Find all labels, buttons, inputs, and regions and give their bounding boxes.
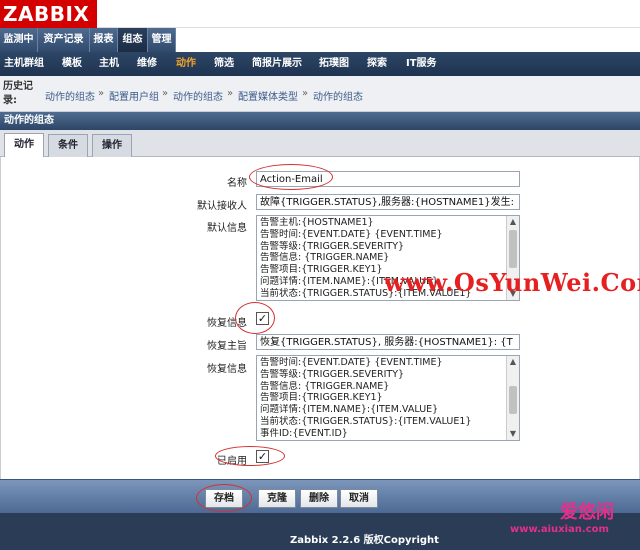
message-line: 事件ID:{EVENT.ID} bbox=[260, 427, 348, 439]
default-recipient-input[interactable]: 故障{TRIGGER.STATUS},服务器:{HOSTNAME1}发生: bbox=[256, 194, 520, 210]
message-line: 问题详情:{ITEM.NAME}:{ITEM.VALUE} bbox=[260, 404, 439, 416]
name-input[interactable]: Action-Email bbox=[256, 171, 520, 187]
submenu-it-services[interactable]: IT服务 bbox=[406, 52, 437, 76]
scroll-thumb[interactable] bbox=[509, 386, 517, 414]
history-crumb-3[interactable]: 动作的组态 bbox=[173, 88, 223, 103]
history-separator: » bbox=[162, 88, 169, 99]
message-line: 告警时间:{EVENT.DATE} {EVENT.TIME} bbox=[260, 228, 443, 240]
default-message-label: 默认信息 bbox=[207, 223, 247, 234]
submenu-hosts[interactable]: 主机 bbox=[99, 52, 119, 76]
message-line: 告警主机:{HOSTNAME1} bbox=[260, 217, 374, 228]
top-bar: ZABBIX bbox=[0, 0, 640, 28]
recovery-checkbox[interactable]: ✓ bbox=[256, 312, 269, 325]
menu-configuration[interactable]: 组态 bbox=[118, 28, 148, 52]
submenu-hostgroups[interactable]: 主机群组 bbox=[4, 52, 44, 76]
scroll-down-icon[interactable]: ▼ bbox=[507, 428, 519, 440]
history-bar: 历史记录: 动作的组态 » 配置用户组 » 动作的组态 » 配置媒体类型 » 动… bbox=[0, 76, 640, 112]
history-crumb-5[interactable]: 动作的组态 bbox=[313, 88, 363, 103]
scroll-thumb[interactable] bbox=[509, 230, 517, 268]
message-line: 告警等级:{TRIGGER.SEVERITY} bbox=[260, 240, 405, 252]
textarea-scrollbar[interactable]: ▲ ▼ bbox=[506, 356, 519, 440]
message-line: 告警项目:{TRIGGER.KEY1} bbox=[260, 392, 383, 404]
scroll-up-icon[interactable]: ▲ bbox=[507, 356, 519, 368]
menu-reports[interactable]: 报表 bbox=[90, 28, 118, 52]
enabled-label: 已启用 bbox=[217, 456, 247, 467]
submenu-maintenance[interactable]: 维修 bbox=[137, 52, 157, 76]
watermark-text: www.OsYunWei.Com bbox=[384, 268, 640, 297]
recovery-subject-input[interactable]: 恢复{TRIGGER.STATUS}, 服务器:{HOSTNAME1}: {T bbox=[256, 334, 520, 350]
cancel-button[interactable]: 取消 bbox=[340, 489, 378, 508]
tab-bar: 动作 条件 操作 bbox=[0, 130, 640, 158]
history-crumb-1[interactable]: 动作的组态 bbox=[45, 88, 95, 103]
submenu-maps[interactable]: 拓璞图 bbox=[319, 52, 349, 76]
recovery-message-textarea[interactable]: 告警时间:{EVENT.DATE} {EVENT.TIME} 告警等级:{TRI… bbox=[256, 355, 520, 441]
message-line: 告警信息: {TRIGGER.NAME} bbox=[260, 380, 390, 392]
submenu-actions[interactable]: 动作 bbox=[176, 52, 196, 76]
submenu-discovery[interactable]: 探索 bbox=[367, 52, 387, 76]
sub-menu: 主机群组 模板 主机 维修 动作 筛选 简报片展示 拓璞图 探索 IT服务 bbox=[0, 52, 640, 76]
action-form: 名称 Action-Email 默认接收人 故障{TRIGGER.STATUS}… bbox=[0, 157, 640, 479]
watermark-logo: 爱悠闲 bbox=[560, 502, 614, 523]
history-crumb-4[interactable]: 配置媒体类型 bbox=[238, 88, 298, 103]
history-crumb-2[interactable]: 配置用户组 bbox=[109, 88, 159, 103]
message-line: 告警时间:{EVENT.DATE} {EVENT.TIME} bbox=[260, 357, 443, 368]
default-recipient-label: 默认接收人 bbox=[197, 201, 247, 212]
recovery-message-label: 恢复信息 bbox=[207, 364, 247, 375]
message-line: 告警信息: {TRIGGER.NAME} bbox=[260, 252, 390, 264]
history-separator: » bbox=[302, 88, 309, 99]
name-label: 名称 bbox=[227, 178, 247, 189]
menu-inventory[interactable]: 资产记录 bbox=[38, 28, 90, 52]
message-line: 告警等级:{TRIGGER.SEVERITY} bbox=[260, 368, 405, 380]
main-menu: 监测中 资产记录 报表 组态 管理 bbox=[0, 28, 640, 52]
clone-button[interactable]: 克隆 bbox=[258, 489, 296, 508]
menu-administration[interactable]: 管理 bbox=[148, 28, 176, 52]
copyright-text: Zabbix 2.2.6 版权Copyright bbox=[290, 535, 439, 546]
recovery-subject-label: 恢复主旨 bbox=[207, 341, 247, 352]
submenu-filters[interactable]: 筛选 bbox=[214, 52, 234, 76]
submenu-slideshows[interactable]: 简报片展示 bbox=[252, 52, 302, 76]
section-title: 动作的组态 bbox=[0, 112, 640, 130]
message-line: 当前状态:{TRIGGER.STATUS}:{ITEM.VALUE1} bbox=[260, 415, 472, 427]
submenu-templates[interactable]: 模板 bbox=[62, 52, 82, 76]
scroll-up-icon[interactable]: ▲ bbox=[507, 216, 519, 228]
history-label: 历史记录: bbox=[3, 81, 33, 106]
tab-action[interactable]: 动作 bbox=[4, 133, 44, 158]
tab-operations[interactable]: 操作 bbox=[92, 134, 132, 157]
enabled-checkbox[interactable]: ✓ bbox=[256, 450, 269, 463]
recovery-label: 恢复信息 bbox=[207, 318, 247, 329]
zabbix-logo[interactable]: ZABBIX bbox=[0, 0, 97, 28]
save-button[interactable]: 存档 bbox=[205, 489, 243, 508]
history-separator: » bbox=[227, 88, 234, 99]
delete-button[interactable]: 删除 bbox=[300, 489, 338, 508]
watermark-url: www.aiuxian.com bbox=[510, 524, 609, 535]
form-button-bar: 存档 克隆 删除 取消 bbox=[0, 479, 640, 513]
menu-monitoring[interactable]: 监测中 bbox=[0, 28, 38, 52]
tab-conditions[interactable]: 条件 bbox=[48, 134, 88, 157]
history-separator: » bbox=[98, 88, 105, 99]
